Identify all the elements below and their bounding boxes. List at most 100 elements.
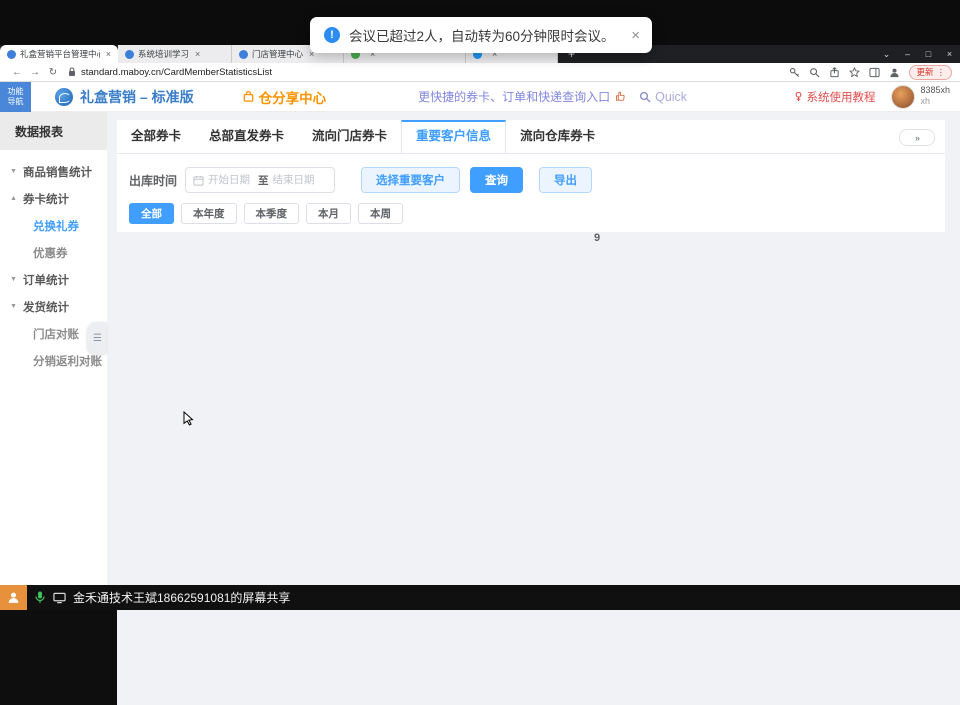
app-header: 功能 导航 礼盒营销 – 标准版 仓分享中心 更快捷的券卡、订单和快递查询入口 …	[0, 82, 960, 112]
password-key-icon[interactable]	[789, 67, 800, 78]
browser-tab[interactable]: 系统培训学习 ×	[118, 45, 232, 63]
quick-filter-本季度[interactable]: 本季度	[244, 203, 300, 224]
tab-全部券卡[interactable]: 全部券卡	[117, 120, 195, 153]
lock-icon	[68, 67, 76, 77]
microphone-icon[interactable]	[35, 591, 45, 604]
sidebar-item-订单统计[interactable]: ▼ 订单统计	[0, 266, 107, 293]
tab-title: 礼盒营销平台管理中心	[20, 48, 100, 60]
quick-search-button[interactable]: Quick	[639, 90, 687, 104]
forward-button[interactable]: →	[26, 67, 44, 78]
sidebar-collapse-handle[interactable]: ☰	[88, 322, 107, 354]
tab-favicon-icon	[125, 50, 134, 59]
reload-button[interactable]: ↻	[44, 67, 62, 78]
tutorial-link[interactable]: 系统使用教程	[794, 89, 875, 105]
content-tabs: 全部券卡总部直发券卡流向门店券卡重要客户信息流向仓库券卡 »	[117, 120, 945, 154]
quick-search-label: Quick	[655, 90, 687, 104]
tab-重要客户信息[interactable]: 重要客户信息	[401, 120, 506, 153]
sidebar-item-label: 发货统计	[23, 299, 69, 315]
sidebar-item-优惠券[interactable]: 优惠券	[0, 239, 107, 266]
expand-arrow-icon: ▼	[9, 276, 18, 283]
share-text: 金禾通技术王斌18662591081的屏幕共享	[73, 589, 290, 606]
sidebar-item-label: 商品销售统计	[23, 164, 92, 180]
window-close-button[interactable]: ×	[939, 45, 960, 63]
sidebar-item-券卡统计[interactable]: ▲ 券卡统计	[0, 185, 107, 212]
bookmark-star-icon[interactable]	[849, 67, 860, 78]
tab-总部直发券卡[interactable]: 总部直发券卡	[195, 120, 298, 153]
sidebar-item-label: 分销返利对账	[33, 353, 102, 369]
tab-流向仓库券卡[interactable]: 流向仓库券卡	[506, 120, 609, 153]
toast-message: 会议已超过2人，自动转为60分钟限时会议。	[349, 25, 615, 45]
tab-流向门店券卡[interactable]: 流向门店券卡	[298, 120, 401, 153]
browser-tab[interactable]: 礼盒营销平台管理中心 ×	[0, 45, 118, 63]
info-icon: !	[324, 27, 340, 43]
select-customer-button[interactable]: 选择重要客户	[361, 167, 460, 193]
quick-filter-本年度[interactable]: 本年度	[181, 203, 237, 224]
search-icon	[639, 91, 651, 103]
share-center-link[interactable]: 仓分享中心	[242, 87, 327, 107]
date-range-input[interactable]: 至	[185, 167, 335, 193]
share-center-label: 仓分享中心	[259, 87, 327, 107]
window-maximize-button[interactable]: □	[918, 45, 939, 63]
expand-panel-button[interactable]: »	[899, 129, 935, 146]
sidebar-item-label: 订单统计	[23, 272, 69, 288]
tab-close-icon[interactable]: ×	[106, 49, 111, 59]
sidebar-title: 数据报表	[0, 112, 107, 150]
pagination-page-9[interactable]: 9	[117, 232, 960, 705]
export-button[interactable]: 导出	[539, 167, 592, 193]
tab-title: 门店管理中心	[252, 48, 303, 60]
end-date-input[interactable]	[273, 174, 319, 186]
search-button[interactable]: 查询	[470, 167, 523, 193]
browser-menu-icon[interactable]: ⋮	[937, 67, 946, 78]
sidebar-item-label: 兑换礼券	[33, 218, 79, 234]
quick-entry-text[interactable]: 更快捷的券卡、订单和快递查询入口	[418, 88, 610, 105]
expand-arrow-icon: ▼	[9, 303, 18, 310]
expand-arrow-icon: ▼	[9, 168, 18, 175]
pin-icon	[794, 91, 803, 102]
quick-filter-全部[interactable]: 全部	[129, 203, 174, 224]
update-label: 更新	[916, 66, 933, 78]
function-nav-button[interactable]: 功能 导航	[0, 82, 31, 112]
side-panel-icon[interactable]	[869, 67, 880, 78]
sidebar: 数据报表 ▼ 商品销售统计 ▲ 券卡统计兑换礼券优惠券 ▼ 订单统计 ▼ 发货统计门店对账分销…	[0, 112, 107, 585]
url-text: standard.maboy.cn/CardMemberStatisticsLi…	[81, 67, 272, 78]
brand-logo-icon	[55, 88, 73, 106]
calendar-icon	[193, 175, 204, 186]
func-nav-line1: 功能	[8, 87, 24, 97]
brand-name: 礼盒营销 – 标准版	[80, 87, 194, 107]
toast-close-icon[interactable]: ×	[631, 28, 640, 43]
window-controls: ⌄ – □ ×	[876, 45, 960, 63]
url-box[interactable]: standard.maboy.cn/CardMemberStatisticsLi…	[68, 67, 789, 78]
mouse-cursor	[183, 411, 194, 427]
meeting-toast: ! 会议已超过2人，自动转为60分钟限时会议。 ×	[310, 17, 652, 53]
tab-title: 系统培训学习	[138, 48, 189, 60]
sidebar-item-发货统计[interactable]: ▼ 发货统计	[0, 293, 107, 320]
profile-icon[interactable]	[889, 67, 900, 78]
share-icon[interactable]	[829, 67, 840, 78]
zoom-icon[interactable]	[809, 67, 820, 78]
sidebar-item-label: 门店对账	[33, 326, 79, 342]
date-separator: 至	[258, 173, 269, 188]
start-date-input[interactable]	[208, 174, 254, 186]
user-avatar[interactable]	[891, 85, 915, 109]
sidebar-item-兑换礼券[interactable]: 兑换礼券	[0, 212, 107, 239]
tab-favicon-icon	[239, 50, 248, 59]
screen-share-icon[interactable]	[53, 592, 66, 604]
filter-label: 出库时间	[129, 172, 177, 189]
username: 8385xh	[920, 86, 950, 96]
expand-arrow-icon: ▲	[9, 195, 18, 202]
back-button[interactable]: ←	[8, 67, 26, 78]
pagination: 共 250 条 30条/页 ▼ ‹ 123456•••9 › 前往 页	[117, 540, 945, 560]
participant-icon[interactable]	[0, 585, 27, 610]
window-minimize-button[interactable]: –	[897, 45, 918, 63]
sidebar-item-商品销售统计[interactable]: ▼ 商品销售统计	[0, 158, 107, 185]
tab-close-icon[interactable]: ×	[195, 49, 200, 59]
tutorial-label: 系统使用教程	[806, 89, 875, 105]
chrome-update-button[interactable]: 更新 ⋮	[909, 65, 952, 80]
tab-search-icon[interactable]: ⌄	[876, 45, 897, 63]
quick-filter-本周[interactable]: 本周	[358, 203, 403, 224]
user-sub: xh	[920, 96, 950, 106]
sidebar-item-label: 券卡统计	[23, 191, 69, 207]
user-names: 8385xh xh	[920, 86, 950, 106]
browser-addressbar: ← → ↻ standard.maboy.cn/CardMemberStatis…	[0, 63, 960, 82]
quick-filter-本月[interactable]: 本月	[306, 203, 351, 224]
